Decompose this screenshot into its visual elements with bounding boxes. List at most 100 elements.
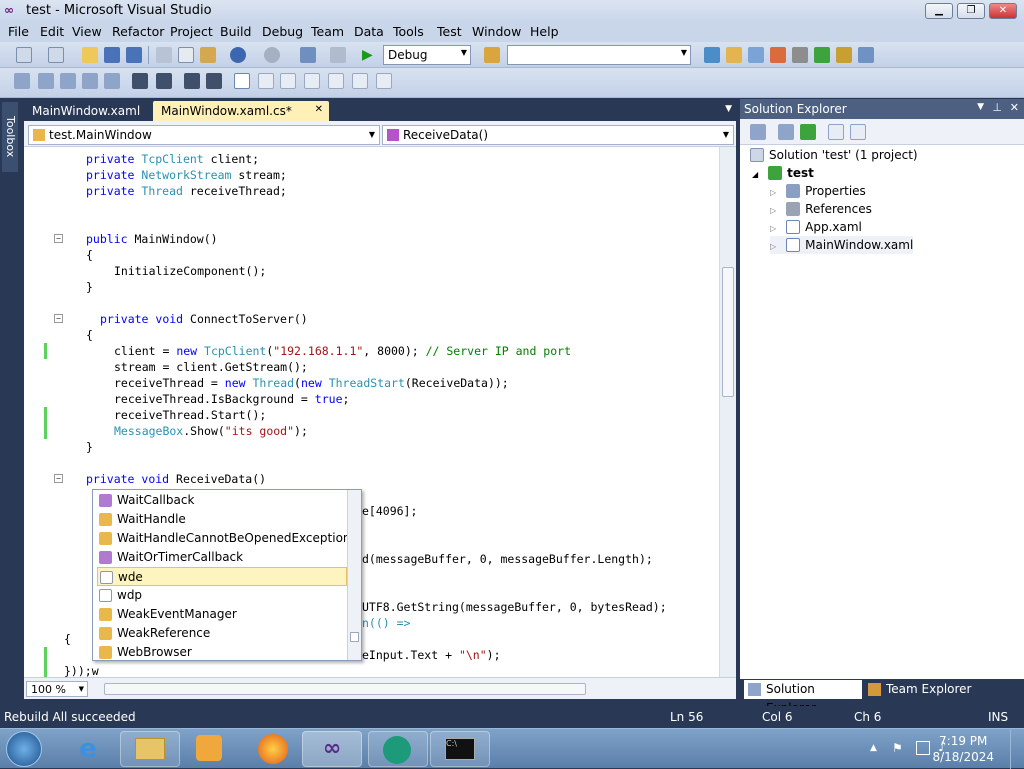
- tab-team-explorer[interactable]: Team Explorer: [864, 680, 974, 699]
- start-button[interactable]: [6, 731, 42, 767]
- visual-studio-taskbar-button[interactable]: ∞: [302, 731, 362, 767]
- command-window-icon[interactable]: [858, 47, 874, 63]
- start-page-icon[interactable]: [814, 47, 830, 63]
- toolbox-icon[interactable]: [770, 47, 786, 63]
- system-clock[interactable]: 7:19 PM 8/18/2024: [932, 733, 994, 765]
- prev-bookmark-icon[interactable]: [258, 73, 274, 89]
- bookmarks-window-icon[interactable]: [376, 73, 392, 89]
- completion-item[interactable]: WaitHandleCannotBeOpenedException: [97, 529, 351, 548]
- prev-bookmark-folder-icon[interactable]: [304, 73, 320, 89]
- new-project-icon[interactable]: [16, 47, 32, 63]
- show-hidden-icons-icon[interactable]: ▲: [870, 743, 877, 753]
- type-combo[interactable]: test.MainWindow ▼: [28, 125, 380, 145]
- tree-item-properties[interactable]: ▷ Properties: [770, 182, 866, 200]
- menu-team[interactable]: Team: [311, 24, 344, 39]
- comment-icon[interactable]: [184, 73, 200, 89]
- vertical-scrollbar[interactable]: [719, 147, 736, 677]
- toolbox-tab[interactable]: Toolbox: [2, 102, 18, 172]
- show-all-files-icon[interactable]: [778, 124, 794, 140]
- quick-info-icon[interactable]: [60, 73, 76, 89]
- redo-icon[interactable]: [264, 47, 280, 63]
- action-center-flag-icon[interactable]: ⚑: [892, 741, 906, 755]
- collapse-icon[interactable]: −: [54, 474, 63, 483]
- find-in-files-icon[interactable]: [484, 47, 500, 63]
- extension-manager-icon[interactable]: [836, 47, 852, 63]
- parameter-info-icon[interactable]: [38, 73, 54, 89]
- cut-icon[interactable]: [156, 47, 172, 63]
- tree-item-app-xaml[interactable]: ▷ App.xaml: [770, 218, 862, 236]
- clear-bookmarks-icon[interactable]: [352, 73, 368, 89]
- menu-tools[interactable]: Tools: [393, 24, 424, 39]
- internet-explorer-icon[interactable]: e: [72, 735, 104, 763]
- intellisense-scrollbar[interactable]: [347, 490, 361, 660]
- configuration-combo[interactable]: Debug ▼: [383, 45, 471, 65]
- console-taskbar-button[interactable]: C:\: [430, 731, 490, 767]
- object-browser-icon[interactable]: [748, 47, 764, 63]
- completion-item[interactable]: WaitHandle: [97, 510, 347, 529]
- start-debugging-icon[interactable]: ▶: [362, 47, 378, 63]
- save-all-icon[interactable]: [126, 47, 142, 63]
- refresh-icon[interactable]: [800, 124, 816, 140]
- navigate-forward-icon[interactable]: [330, 47, 346, 63]
- completion-item[interactable]: WebBrowser: [97, 643, 347, 662]
- completion-item[interactable]: WeakEventManager: [97, 605, 347, 624]
- menu-help[interactable]: Help: [530, 24, 559, 39]
- scrollbar-thumb[interactable]: [350, 632, 359, 642]
- pin-icon[interactable]: ⊥: [992, 101, 1002, 114]
- dropdown-arrow-icon[interactable]: ▼: [977, 102, 984, 112]
- close-button[interactable]: ✕: [989, 3, 1017, 19]
- completion-item[interactable]: WaitOrTimerCallback: [97, 548, 347, 567]
- minimize-button[interactable]: ▁: [925, 3, 953, 19]
- next-bookmark-folder-icon[interactable]: [328, 73, 344, 89]
- menu-debug[interactable]: Debug: [262, 24, 303, 39]
- tab-overflow-icon[interactable]: ▼: [725, 104, 732, 114]
- tab-solution-explorer[interactable]: Solution Explorer: [744, 680, 862, 715]
- find-combo[interactable]: ▼: [507, 45, 691, 65]
- media-player-icon[interactable]: [196, 735, 222, 761]
- solution-node[interactable]: Solution 'test' (1 project): [750, 146, 918, 164]
- next-bookmark-icon[interactable]: [280, 73, 296, 89]
- tab-mainwindow-xaml-cs[interactable]: MainWindow.xaml.cs* ✕: [153, 101, 329, 121]
- network-icon[interactable]: [916, 741, 930, 755]
- member-combo[interactable]: ReceiveData() ▼: [382, 125, 734, 145]
- zoom-combo[interactable]: 100 % ▼: [26, 681, 88, 697]
- menu-project[interactable]: Project: [170, 24, 213, 39]
- menu-view[interactable]: View: [72, 24, 102, 39]
- intellisense-popup[interactable]: WaitCallback WaitHandle WaitHandleCannot…: [92, 489, 362, 661]
- object-members-icon[interactable]: [14, 73, 30, 89]
- tree-item-references[interactable]: ▷ References: [770, 200, 872, 218]
- collapse-icon[interactable]: −: [54, 234, 63, 243]
- menu-edit[interactable]: Edit: [40, 24, 64, 39]
- collapse-icon[interactable]: −: [54, 314, 63, 323]
- add-item-icon[interactable]: [48, 47, 64, 63]
- tools-icon[interactable]: [792, 47, 808, 63]
- scrollbar-thumb[interactable]: [722, 267, 734, 397]
- view-code-icon[interactable]: [828, 124, 844, 140]
- properties-icon[interactable]: [750, 124, 766, 140]
- menu-refactor[interactable]: Refactor: [112, 24, 164, 39]
- menu-window[interactable]: Window: [472, 24, 521, 39]
- restore-button[interactable]: ❐: [957, 3, 985, 19]
- app-taskbar-button[interactable]: [368, 731, 428, 767]
- open-file-icon[interactable]: [82, 47, 98, 63]
- undo-icon[interactable]: [230, 47, 246, 63]
- navigate-backward-icon[interactable]: [300, 47, 316, 63]
- indent-icon[interactable]: [132, 73, 148, 89]
- bookmark-icon[interactable]: [234, 73, 250, 89]
- completion-item[interactable]: WaitCallback: [97, 491, 347, 510]
- menu-data[interactable]: Data: [354, 24, 384, 39]
- copy-icon[interactable]: [178, 47, 194, 63]
- unindent-icon[interactable]: [156, 73, 172, 89]
- completion-item[interactable]: WeakReference: [97, 624, 347, 643]
- menu-build[interactable]: Build: [220, 24, 251, 39]
- horizontal-scrollbar-thumb[interactable]: [104, 683, 586, 695]
- show-desktop-button[interactable]: [1010, 729, 1024, 769]
- firefox-icon[interactable]: [258, 734, 288, 764]
- save-icon[interactable]: [104, 47, 120, 63]
- word-completion-icon[interactable]: [82, 73, 98, 89]
- completion-item-selected[interactable]: wde: [97, 567, 347, 586]
- project-node[interactable]: ◢ test: [752, 164, 814, 182]
- properties-icon[interactable]: [726, 47, 742, 63]
- file-explorer-taskbar-button[interactable]: [120, 731, 180, 767]
- uncomment-icon[interactable]: [206, 73, 222, 89]
